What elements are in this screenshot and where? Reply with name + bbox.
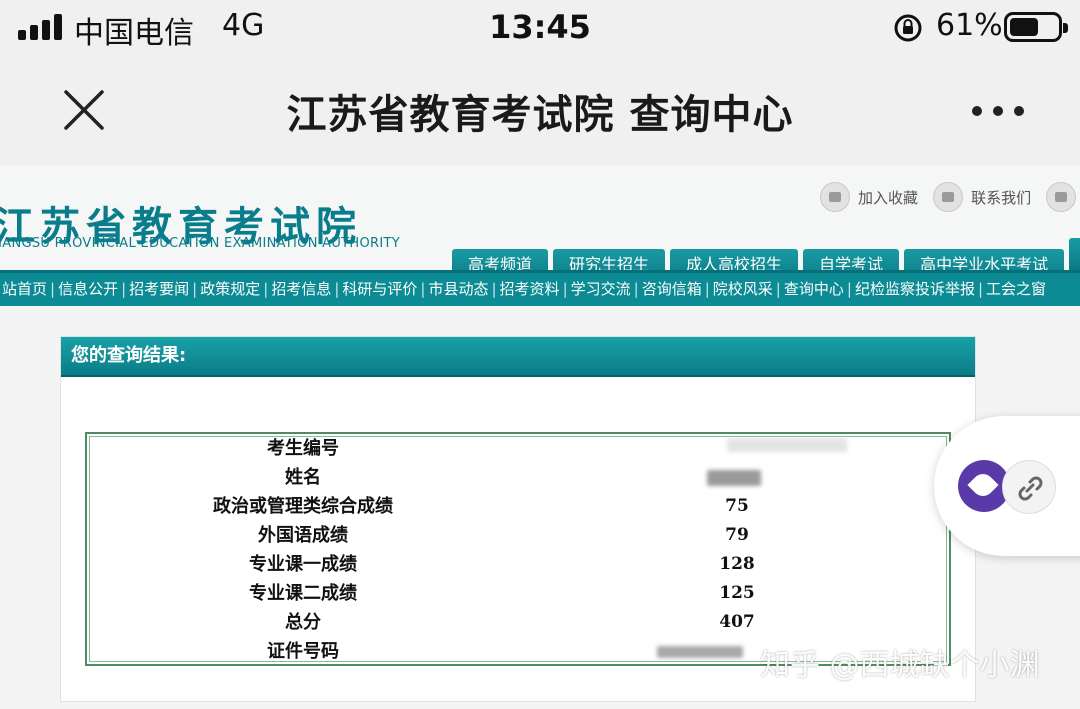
redacted-exam-id [727, 438, 847, 452]
nav-item-query[interactable]: 查询中心 [784, 273, 844, 306]
result-header: 您的查询结果: [61, 337, 975, 377]
nav-item-home[interactable]: 站首页 [2, 273, 47, 306]
page-title: 江苏省教育考试院 查询中心 [286, 92, 794, 138]
nav-item-mailbox[interactable]: 咨询信箱 [642, 273, 702, 306]
contact-us-link[interactable]: 联系我们 [971, 187, 1031, 208]
battery-percent: 61% [936, 8, 1003, 43]
nav-item-complaint[interactable]: 纪检监察投诉举报 [855, 273, 975, 306]
floating-share-widget[interactable] [934, 416, 1080, 556]
nav-item-policy[interactable]: 政策规定 [200, 273, 260, 306]
site-logo-english: JIANGSU PROVINCIAL EDUCATION EXAMINATION… [0, 236, 400, 251]
redacted-name [707, 470, 761, 486]
nav-item-local[interactable]: 市县动态 [428, 273, 488, 306]
table-row: 专业课一成绩 128 [249, 554, 755, 575]
table-row: 外国语成绩 79 [258, 525, 749, 546]
bookmark-icon[interactable] [820, 182, 850, 212]
status-bar: 中国电信 4G 13:45 61% [0, 0, 1080, 56]
search-icon[interactable] [1046, 182, 1077, 212]
nav-item-news[interactable]: 招考要闻 [129, 273, 189, 306]
table-row: 总分 407 [285, 612, 755, 633]
redacted-id-number [657, 646, 743, 658]
web-page: 江苏省教育考试院 JIANGSU PROVINCIAL EDUCATION EX… [0, 166, 1080, 709]
site-header: 江苏省教育考试院 JIANGSU PROVINCIAL EDUCATION EX… [0, 166, 1080, 281]
link-icon[interactable] [1002, 460, 1056, 514]
watermark: 知乎 @西城缺个小渊 [760, 648, 1040, 683]
table-row: 政治或管理类综合成绩 75 [213, 496, 749, 517]
nav-item-union[interactable]: 工会之窗 [986, 273, 1046, 306]
top-links: 加入收藏 联系我们 [820, 182, 1080, 214]
more-dots-icon[interactable] [968, 84, 1028, 134]
home-icon[interactable] [933, 182, 964, 212]
battery-icon [1004, 12, 1068, 42]
nav-item-exchange[interactable]: 学习交流 [571, 273, 631, 306]
result-table: 考生编号 姓名 政治或管理类综合成绩 75 外国语成绩 79 专业课一成绩 128 专… [85, 432, 951, 666]
main-nav: 站首页 | 信息公开 | 招考要闻 | 政策规定 | 招考信息 | 科研与评价 | 市县动态 | 招考资料 |… [0, 270, 1080, 306]
nav-item-materials[interactable]: 招考资料 [500, 273, 560, 306]
table-row: 姓名 [285, 467, 321, 488]
rotation-lock-icon [894, 14, 922, 42]
nav-item-recruit[interactable]: 招考信息 [271, 273, 331, 306]
tab-overflow[interactable] [1069, 238, 1080, 270]
nav-item-research[interactable]: 科研与评价 [342, 273, 417, 306]
nav-item-info[interactable]: 信息公开 [58, 273, 118, 306]
webview-title-bar: 江苏省教育考试院 查询中心 [0, 56, 1080, 166]
battery-fill [1010, 18, 1038, 36]
table-row: 专业课二成绩 125 [249, 583, 755, 604]
add-favorite-link[interactable]: 加入收藏 [858, 187, 918, 208]
nav-item-schools[interactable]: 院校风采 [713, 273, 773, 306]
